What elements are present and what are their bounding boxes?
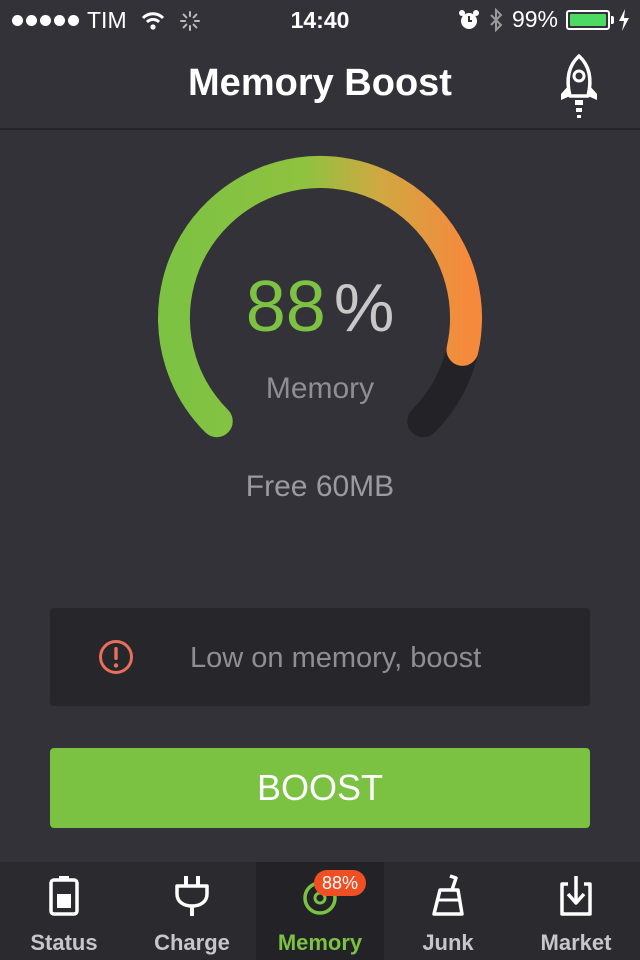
tab-junk-label: Junk: [422, 930, 474, 955]
gauge-label: Memory: [265, 372, 375, 405]
tab-charge[interactable]: Charge: [128, 862, 256, 960]
charging-bolt-icon: [619, 8, 629, 31]
free-memory-text: Free 60MB: [245, 470, 395, 503]
tab-bar: Status Charge 88% Memory Junk Market: [0, 862, 640, 960]
plug-icon: [175, 876, 209, 916]
battery-icon: [49, 876, 79, 916]
bluetooth-icon: [490, 7, 503, 32]
warning-text: Low on memory, boost: [190, 642, 482, 674]
alert-circle-icon: [99, 640, 133, 674]
memory-badge: 88%: [314, 870, 367, 896]
tab-market[interactable]: Market: [512, 862, 640, 960]
download-icon: [560, 876, 592, 916]
screen: TIM 14:40 99% Memory Boost 88 % Memory F…: [0, 0, 640, 960]
tab-status-label: Status: [30, 930, 98, 955]
memory-percentage-unit: %: [333, 270, 395, 346]
battery-icon: [566, 9, 614, 30]
tab-memory[interactable]: 88% Memory: [256, 862, 384, 960]
tab-charge-label: Charge: [154, 930, 230, 955]
memory-percentage-value: 88: [245, 267, 326, 347]
status-right: 99%: [458, 6, 630, 33]
page-title: Memory Boost: [188, 62, 452, 104]
tab-memory-label: Memory: [277, 930, 363, 955]
boost-button[interactable]: BOOST: [50, 748, 590, 828]
low-memory-warning: Low on memory, boost: [50, 608, 590, 706]
alarm-icon: [458, 9, 479, 29]
broom-icon: [432, 874, 464, 916]
status-bar: TIM 14:40 99%: [0, 0, 640, 40]
rocket-icon[interactable]: [554, 52, 604, 120]
tab-market-label: Market: [540, 930, 612, 955]
nav-bar: Memory Boost: [0, 40, 640, 130]
memory-percentage: 88%: [0, 266, 640, 348]
tab-status[interactable]: Status: [0, 862, 128, 960]
battery-percent: 99%: [511, 6, 558, 32]
tab-junk[interactable]: Junk: [384, 862, 512, 960]
